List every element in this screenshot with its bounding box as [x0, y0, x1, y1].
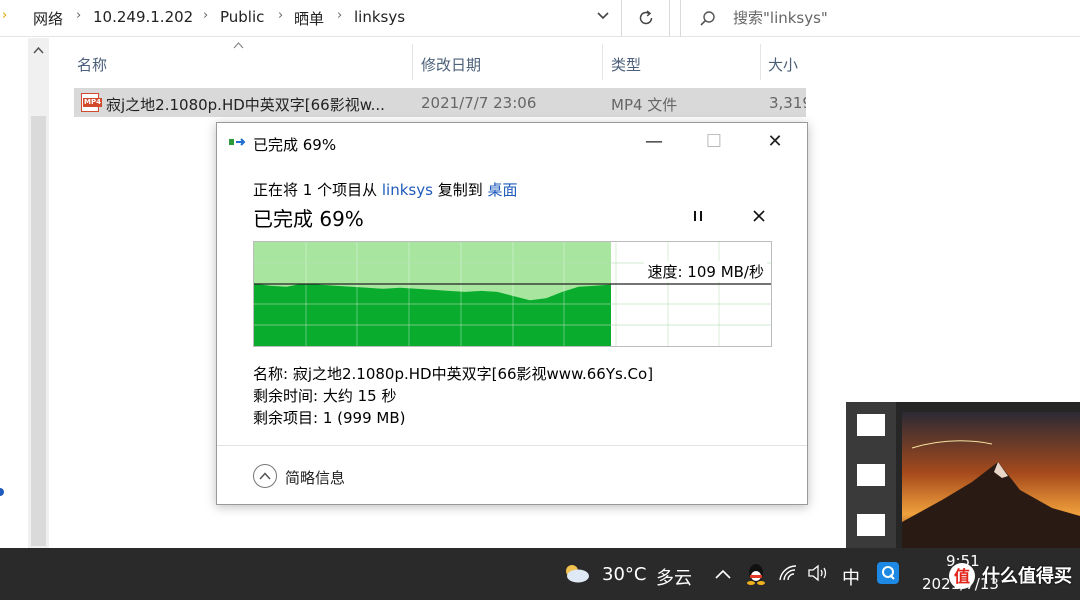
file-row[interactable]: MP4 寂j之地2.1080p.HD中英双字[66影视w... 2021/7/7… [74, 88, 806, 117]
film-hole [857, 514, 885, 536]
scroll-up-icon[interactable] [33, 44, 44, 57]
mp4-file-icon: MP4 [81, 93, 102, 112]
film-strip [846, 402, 896, 548]
sort-up-icon [233, 41, 244, 52]
crumb-ip[interactable]: 10.249.1.202 [93, 8, 193, 26]
file-list-header: 名称 修改日期 类型 大小 [49, 38, 806, 86]
maximize-button[interactable]: ☐ [691, 123, 737, 161]
crumb-shaidan[interactable]: 晒单 [294, 8, 324, 29]
watermark: 值 什么值得买 [948, 560, 1080, 592]
taskbar: 30°C 多云 中 9:51 2021/7/13 值 什么值得买 [0, 548, 1080, 600]
detail-items-remaining: 剩余项目: 1 (999 MB) [253, 409, 406, 427]
crumb-linksys[interactable]: linksys [354, 8, 405, 26]
watermark-text: 什么值得买 [982, 566, 1072, 587]
cancel-icon [753, 210, 765, 222]
copy-progress-dialog: 已完成 69% — ☐ ✕ 正在将 1 个项目从 linksys 复制到 桌面 … [216, 122, 808, 505]
address-bar: › 网络 › 10.249.1.202 › Public › 晒单 › link… [0, 0, 1080, 37]
destination-link[interactable]: 桌面 [488, 181, 518, 199]
refresh-button[interactable] [623, 0, 670, 37]
location-icon: › [2, 8, 8, 23]
film-hole [857, 464, 885, 486]
column-size[interactable]: 大小 [768, 54, 798, 75]
pause-icon [694, 211, 702, 221]
cancel-button[interactable] [753, 207, 765, 227]
file-type: MP4 文件 [611, 96, 678, 114]
chevron-right-icon[interactable]: › [278, 8, 283, 23]
show-hidden-icons-button[interactable] [714, 564, 732, 585]
less-details-label: 简略信息 [285, 469, 346, 487]
chevron-down-icon[interactable] [596, 8, 610, 26]
detail-time-remaining: 剩余时间: 大约 15 秒 [253, 387, 397, 405]
svg-text:值: 值 [954, 567, 970, 586]
percent-complete: 已完成 69% [253, 207, 364, 231]
crumb-public[interactable]: Public [220, 8, 264, 26]
search-icon [700, 11, 715, 26]
divider [217, 445, 807, 446]
chevron-right-icon[interactable]: › [203, 8, 208, 23]
scrollbar-thumb[interactable] [31, 116, 46, 546]
qq-icon[interactable] [746, 563, 766, 585]
video-preview[interactable] [846, 402, 1080, 548]
minimize-button[interactable]: — [631, 123, 677, 161]
speed-label: 速度: 109 MB/秒 [644, 261, 767, 282]
weather-cloud-icon[interactable] [561, 562, 591, 584]
nav-indicator [0, 488, 4, 496]
navigation-pane [0, 38, 28, 548]
file-name: 寂j之地2.1080p.HD中英双字[66影视w... [106, 96, 385, 114]
close-button[interactable]: ✕ [752, 123, 798, 161]
column-date[interactable]: 修改日期 [421, 54, 481, 75]
less-details-button[interactable]: 简略信息 [253, 464, 393, 492]
column-name[interactable]: 名称 [77, 54, 107, 75]
file-date: 2021/7/7 23:06 [421, 94, 537, 112]
pause-button[interactable] [692, 207, 704, 227]
refresh-icon [639, 10, 653, 25]
volume-icon[interactable] [807, 564, 829, 582]
column-divider[interactable] [602, 44, 603, 80]
copy-description: 正在将 1 个项目从 linksys 复制到 桌面 [253, 181, 518, 199]
crumb-network[interactable]: 网络 [33, 8, 63, 29]
film-hole [857, 414, 885, 436]
ime-indicator[interactable]: 中 [842, 564, 860, 590]
search-box[interactable] [680, 0, 1080, 37]
q-app-icon[interactable] [877, 562, 899, 584]
column-type[interactable]: 类型 [611, 54, 641, 75]
speed-graph: 速度: 109 MB/秒 [253, 241, 772, 347]
watermark-logo-icon: 值 [949, 563, 975, 589]
wifi-icon[interactable] [778, 564, 798, 582]
search-input[interactable] [731, 7, 1061, 29]
chevron-right-icon[interactable]: › [337, 8, 342, 23]
detail-name: 名称: 寂j之地2.1080p.HD中英双字[66影视www.66Ys.Co] [253, 365, 654, 383]
file-size: 3,319 [769, 94, 806, 112]
nav-scrollbar[interactable] [28, 38, 49, 548]
speed-graph-canvas [254, 242, 771, 346]
source-link[interactable]: linksys [382, 181, 433, 199]
copy-icon [229, 138, 246, 146]
chevron-right-icon[interactable]: › [76, 8, 81, 23]
weather-temperature[interactable]: 30°C [602, 564, 646, 585]
dialog-title: 已完成 69% [253, 136, 337, 154]
transfer-details: 名称: 寂j之地2.1080p.HD中英双字[66影视www.66Ys.Co] … [253, 363, 653, 429]
video-frame-image [902, 412, 1080, 548]
weather-condition[interactable]: 多云 [656, 564, 692, 590]
breadcrumb[interactable]: › 网络 › 10.249.1.202 › Public › 晒单 › link… [0, 0, 622, 37]
column-divider[interactable] [412, 44, 413, 80]
column-divider[interactable] [760, 44, 761, 80]
expand-up-icon [253, 464, 277, 488]
